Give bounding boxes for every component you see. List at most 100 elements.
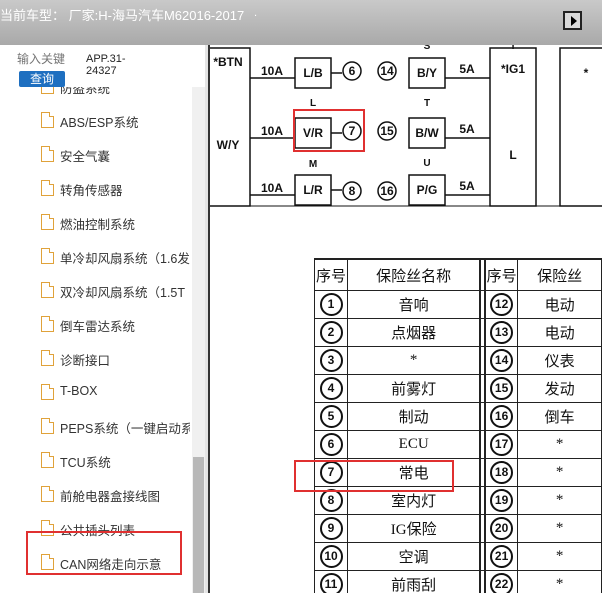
sidebar-item-label: 防盗系统 [60,87,111,96]
scrollbar-thumb[interactable] [193,457,204,593]
pin-letter: L [310,98,316,109]
sidebar-item-fuel-control[interactable]: 燃油控制系统 [0,205,192,239]
wiring-diagram: *BTN W/Y 10A 10A 10A L/B V/R L/R L M 6 7… [210,45,602,207]
amp-label: 5A [459,122,475,136]
sidebar-item-tcu[interactable]: TCU系统 [0,443,192,477]
fuse-no: 3 [319,349,343,372]
star-label: * [584,66,589,80]
sidebar-item-tbox[interactable]: T-BOX [0,375,192,409]
fuse-name2: * [517,486,602,515]
sidebar-item-label: 诊断接口 [60,354,111,368]
fuse-no2: 13 [490,321,514,344]
document-viewer: *BTN W/Y 10A 10A 10A L/B V/R L/R L M 6 7… [205,45,602,593]
fuse-no: 8 [319,489,343,512]
table-row: 3 * 14 仪表 [313,346,602,375]
pin-number: 14 [380,64,394,78]
sidebar-item-single-fan[interactable]: 单冷却风扇系统（1.6发 [0,239,192,273]
pin-letter: U [423,158,430,169]
pin-letter: T [424,98,430,109]
fuse-no2: 18 [490,461,514,484]
fuse-name: * [347,346,481,375]
sidebar-item-airbag[interactable]: 安全气囊 [0,137,192,171]
fuse-name2: 仪表 [517,346,602,375]
sidebar-item-label: TCU系统 [60,456,111,470]
document-icon [41,316,54,332]
sidebar-item-abs-esp[interactable]: ABS/ESP系统 [0,103,192,137]
sidebar-item-label: 双冷却风扇系统（1.5T [60,286,186,300]
connector-label: L/B [303,66,323,80]
sidebar-scrollbar[interactable] [192,87,205,593]
sidebar-item-label: 安全气囊 [60,150,111,164]
pin-letter: S [424,45,431,52]
fuse-name: 前雾灯 [347,374,481,403]
fuse-name2: * [517,458,602,487]
fuse-no: 1 [319,293,343,316]
wy-block [210,47,251,207]
sidebar-item-label: 转角传感器 [60,184,123,198]
document-icon [41,112,54,128]
table-row: 1 音响 12 电动 [313,290,602,319]
pin-letter: M [309,159,317,170]
document-icon [41,452,54,468]
fuse-name2: * [517,430,602,459]
highlight-vr-connector [293,109,365,152]
fuse-name: 音响 [347,290,481,319]
pin-number: 15 [380,124,394,138]
selected-item-highlight [26,531,182,575]
app-code: APP.31- 24327 [86,53,146,77]
fuse-name: IG保险 [347,514,481,543]
fuse-no: 6 [319,433,343,456]
sidebar-item-label: 倒车雷达系统 [60,320,136,334]
document-page: *BTN W/Y 10A 10A 10A L/B V/R L/R L M 6 7… [208,45,602,593]
fuse-no2: 16 [490,405,514,428]
fuse-no: 5 [319,405,343,428]
ig1-l-label: L [509,148,516,162]
table-row: 11 前雨刮 22 * [313,570,602,593]
fuse-name: 前雨刮 [347,570,481,593]
highlight-fuse-row-7 [294,460,454,492]
fuse-no: 10 [319,545,343,568]
document-icon [41,248,54,264]
sidebar-item-front-fusebox[interactable]: 前舱电器盒接线图 [0,477,192,511]
fuse-name: 点烟器 [347,318,481,347]
fuse-no: 2 [319,321,343,344]
pin-number: 16 [380,184,394,198]
table-row: 6 ECU 17 * [313,430,602,459]
connector-label: P/G [417,183,438,197]
sidebar-item-label: PEPS系统（一键启动系 [60,422,190,436]
sidebar-item-peps[interactable]: PEPS系统（一键启动系 [0,409,192,443]
fuse-name2: 倒车 [517,402,602,431]
connector-label: B/W [415,126,439,140]
search-input[interactable] [17,51,67,67]
btn-label: *BTN [213,55,242,69]
sidebar-item-steering-sensor[interactable]: 转角传感器 [0,171,192,205]
amp-label: 5A [459,62,475,76]
document-icon [41,350,54,366]
sidebar-item-parking-radar[interactable]: 倒车雷达系统 [0,307,192,341]
left-panel: 查询 APP.31- 24327 防盗系统 ABS/ESP系统 安全气囊 转角传… [0,45,205,593]
sidebar-item-label: ABS/ESP系统 [60,116,139,130]
title-dot: . [254,7,258,19]
fuse-no2: 17 [490,433,514,456]
window-toggle-button[interactable] [563,11,582,30]
sidebar-item-anti-theft[interactable]: 防盗系统 [0,87,192,103]
table-row: 2 点烟器 13 电动 [313,318,602,347]
fuse-table: 序号 保险丝名称 序号 保险丝 1 音响 12 电动 2 点烟器 13 电动 3 * 14 仪表 … [313,258,602,593]
sidebar-item-diagnostic-port[interactable]: 诊断接口 [0,341,192,375]
pin-letter: T [510,45,516,52]
document-icon [41,418,54,434]
document-icon [41,486,54,502]
fuse-name2: * [517,570,602,593]
sidebar-list: 防盗系统 ABS/ESP系统 安全气囊 转角传感器 燃油控制系统 单冷却风扇系统… [0,87,192,593]
document-icon [41,282,54,298]
fuse-no2: 19 [490,489,514,512]
document-icon [41,87,54,94]
sidebar-item-dual-fan[interactable]: 双冷却风扇系统（1.5T [0,273,192,307]
fuse-name2: * [517,514,602,543]
pin-number: 6 [349,64,356,78]
amp-label: 10A [261,124,283,138]
fuse-name: ECU [347,430,481,459]
header-no: 序号 [313,258,349,291]
sidebar-item-label: 前舱电器盒接线图 [60,490,161,504]
search-button[interactable]: 查询 [19,71,65,87]
